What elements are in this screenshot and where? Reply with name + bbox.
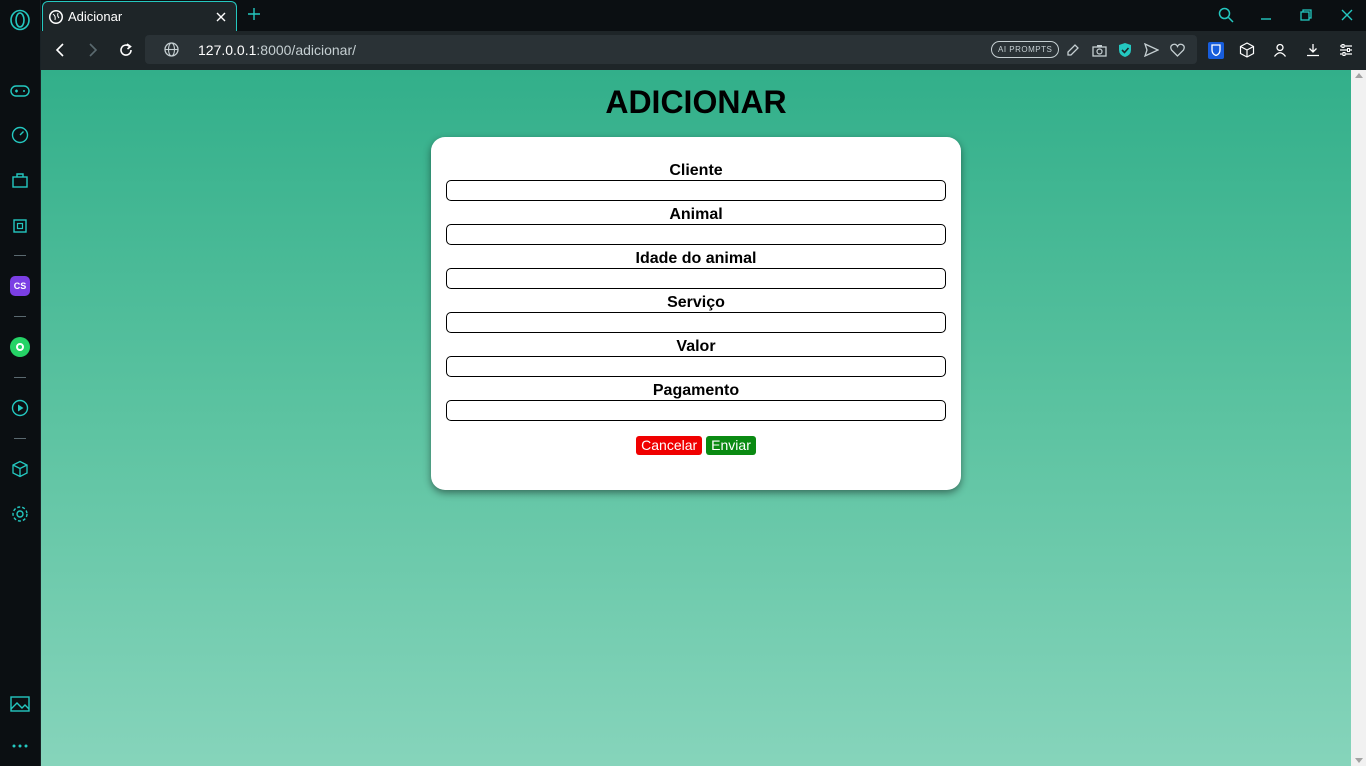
cs-app-icon[interactable]: CS [8,274,32,298]
close-tab-icon[interactable] [210,6,232,28]
idade-do-animal-input[interactable] [446,268,946,289]
field-label: Cliente [669,162,723,179]
sidebar-divider [14,255,26,256]
tab-adicionar[interactable]: Adicionar [42,1,237,31]
field-label: Pagamento [652,382,740,399]
field-label: Animal [669,206,723,223]
tab-title: Adicionar [68,9,123,24]
globe-favicon-icon [49,9,63,24]
easy-setup-icon[interactable] [1336,40,1356,60]
valor-input[interactable] [446,356,946,377]
edit-icon[interactable] [1064,41,1082,59]
add-form: Cliente Animal Idade do animal Serviço V… [431,137,961,490]
url-path: :8000/adicionar/ [256,42,357,58]
field-idade-do-animal: Idade do animal [446,249,946,289]
minimize-icon[interactable] [1253,4,1279,26]
form-actions: Cancelar Enviar [431,436,961,455]
download-icon[interactable] [1303,40,1323,60]
bitwarden-icon[interactable] [1206,40,1226,60]
tab-strip: Adicionar [41,0,1366,31]
field-valor: Valor [446,337,946,377]
field-cliente: Cliente [446,161,946,201]
browser-toolbar: 127.0.0.1:8000/adicionar/ AI PROMPTS [41,31,1366,70]
address-bar[interactable]: 127.0.0.1:8000/adicionar/ AI PROMPTS [145,35,1197,64]
scroll-up-arrow-icon[interactable] [1355,73,1363,78]
profile-icon[interactable] [1270,40,1290,60]
player-icon[interactable] [8,396,32,420]
field-label: Valor [676,338,716,355]
gamepad-icon[interactable] [8,79,32,103]
camera-icon[interactable] [1090,41,1108,59]
new-tab-icon[interactable] [244,4,264,24]
restore-icon[interactable] [1293,4,1319,26]
cube-icon[interactable] [8,457,32,481]
shield-check-icon[interactable] [1116,41,1134,59]
page-scrollbar[interactable] [1351,70,1366,766]
field-pagamento: Pagamento [446,381,946,421]
heart-icon[interactable] [1168,41,1186,59]
whatsapp-icon[interactable] [8,335,32,359]
send-icon[interactable] [1142,41,1160,59]
chip-icon[interactable] [8,214,32,238]
speedometer-icon[interactable] [8,123,32,147]
globe-icon [164,42,179,62]
url-text: 127.0.0.1:8000/adicionar/ [198,42,356,58]
page-title: ADICIONAR [605,84,787,120]
cliente-input[interactable] [446,180,946,201]
search-tabs-icon[interactable] [1213,4,1239,26]
opera-logo-icon[interactable] [8,8,32,32]
send-button[interactable]: Enviar [706,436,756,455]
close-window-icon[interactable] [1334,4,1360,26]
reload-icon[interactable] [115,39,137,61]
field-label: Idade do animal [635,250,757,267]
extensions-cube-icon[interactable] [1237,40,1257,60]
field-label: Serviço [667,294,725,311]
scroll-down-arrow-icon[interactable] [1355,758,1363,763]
more-icon[interactable] [8,734,32,758]
pagamento-input[interactable] [446,400,946,421]
browser-sidebar: CS [0,0,41,766]
gallery-icon[interactable] [8,692,32,716]
forward-icon[interactable] [82,39,104,61]
servico-input[interactable] [446,312,946,333]
page-viewport: ADICIONAR Cliente Animal Idade do animal… [41,70,1351,766]
sidebar-divider [14,316,26,317]
url-host: 127.0.0.1 [198,42,257,58]
sidebar-divider [14,377,26,378]
field-servico: Serviço [446,293,946,333]
field-animal: Animal [446,205,946,245]
back-icon[interactable] [49,39,71,61]
cancel-button[interactable]: Cancelar [636,436,703,455]
animal-input[interactable] [446,224,946,245]
settings-icon[interactable] [8,502,32,526]
bag-icon[interactable] [8,168,32,192]
ai-prompts-button[interactable]: AI PROMPTS [991,41,1060,58]
sidebar-divider [14,438,26,439]
